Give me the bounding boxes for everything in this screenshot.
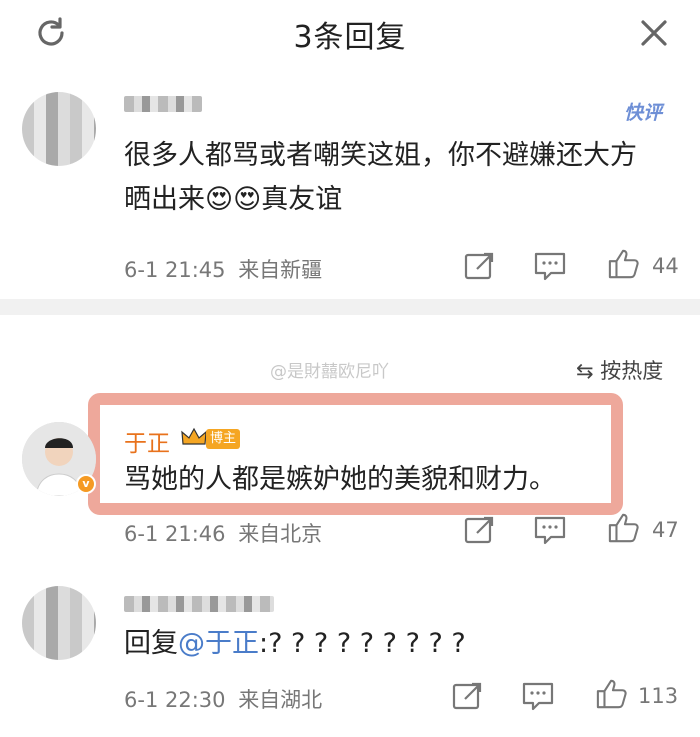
comment-text-line: 晒出来😍😍真友谊 xyxy=(124,178,637,222)
sort-toggle[interactable]: ⇆ 按热度 xyxy=(576,355,663,385)
kuaiping-badge: 快评 xyxy=(624,102,663,124)
avatar[interactable] xyxy=(22,92,96,166)
timestamp: 6-1 22:30 xyxy=(124,688,226,712)
mention-link[interactable]: @于正 xyxy=(178,628,259,659)
share-icon[interactable] xyxy=(462,250,498,282)
avatar[interactable] xyxy=(22,586,96,660)
location: 来自北京 xyxy=(238,522,323,546)
crown-icon xyxy=(181,427,207,445)
watermark: @是財囍欧尼吖 xyxy=(270,362,389,382)
sort-label: 按热度 xyxy=(600,359,664,383)
page-title: 3条回复 xyxy=(293,20,407,55)
username[interactable] xyxy=(124,596,274,612)
top-bar: 3条回复 xyxy=(0,0,700,66)
reply-prefix: 回复 xyxy=(124,628,178,659)
timestamp: 6-1 21:45 xyxy=(124,258,226,282)
emoji-icon: 😍😍 xyxy=(205,184,262,215)
share-icon[interactable] xyxy=(450,680,486,712)
comment-text-line: 很多人都骂或者嘲笑这姐，你不避嫌还大方 xyxy=(124,140,637,171)
like-icon[interactable] xyxy=(606,512,642,544)
like-count: 113 xyxy=(638,684,679,708)
timestamp: 6-1 21:46 xyxy=(124,522,226,546)
sort-icon: ⇆ xyxy=(576,359,594,383)
verified-icon: v xyxy=(76,474,96,494)
blogger-badge: 博主 xyxy=(206,429,241,449)
comment-text: 回复@于正:? ? ? ? ? ? ? ? ? xyxy=(124,622,466,666)
comment-text-part: 真友谊 xyxy=(261,184,343,215)
location: 来自湖北 xyxy=(238,688,323,712)
comment-text-part: 晒出来 xyxy=(124,184,205,215)
like-count: 44 xyxy=(652,254,679,278)
username[interactable]: 于正 xyxy=(124,424,170,458)
like-icon[interactable] xyxy=(594,678,630,710)
comment-meta: 6-1 22:30 来自湖北 xyxy=(124,684,322,714)
comment-text-part: :? ? ? ? ? ? ? ? ? xyxy=(259,628,466,659)
comment-text: 骂她的人都是嫉妒她的美貌和财力。 xyxy=(124,464,556,495)
section-divider xyxy=(0,299,700,315)
like-count: 47 xyxy=(652,518,679,542)
like-icon[interactable] xyxy=(606,248,642,280)
close-icon[interactable] xyxy=(637,16,671,50)
location: 来自新疆 xyxy=(238,258,323,282)
share-icon[interactable] xyxy=(462,514,498,546)
username[interactable] xyxy=(124,96,202,112)
comment-icon[interactable] xyxy=(532,514,568,546)
comment-text: 很多人都骂或者嘲笑这姐，你不避嫌还大方 晒出来😍😍真友谊 xyxy=(124,134,637,222)
comment-icon[interactable] xyxy=(520,680,556,712)
comment-meta: 6-1 21:46 来自北京 xyxy=(124,518,322,548)
comment-meta: 6-1 21:45 来自新疆 xyxy=(124,254,322,284)
comment-icon[interactable] xyxy=(532,250,568,282)
